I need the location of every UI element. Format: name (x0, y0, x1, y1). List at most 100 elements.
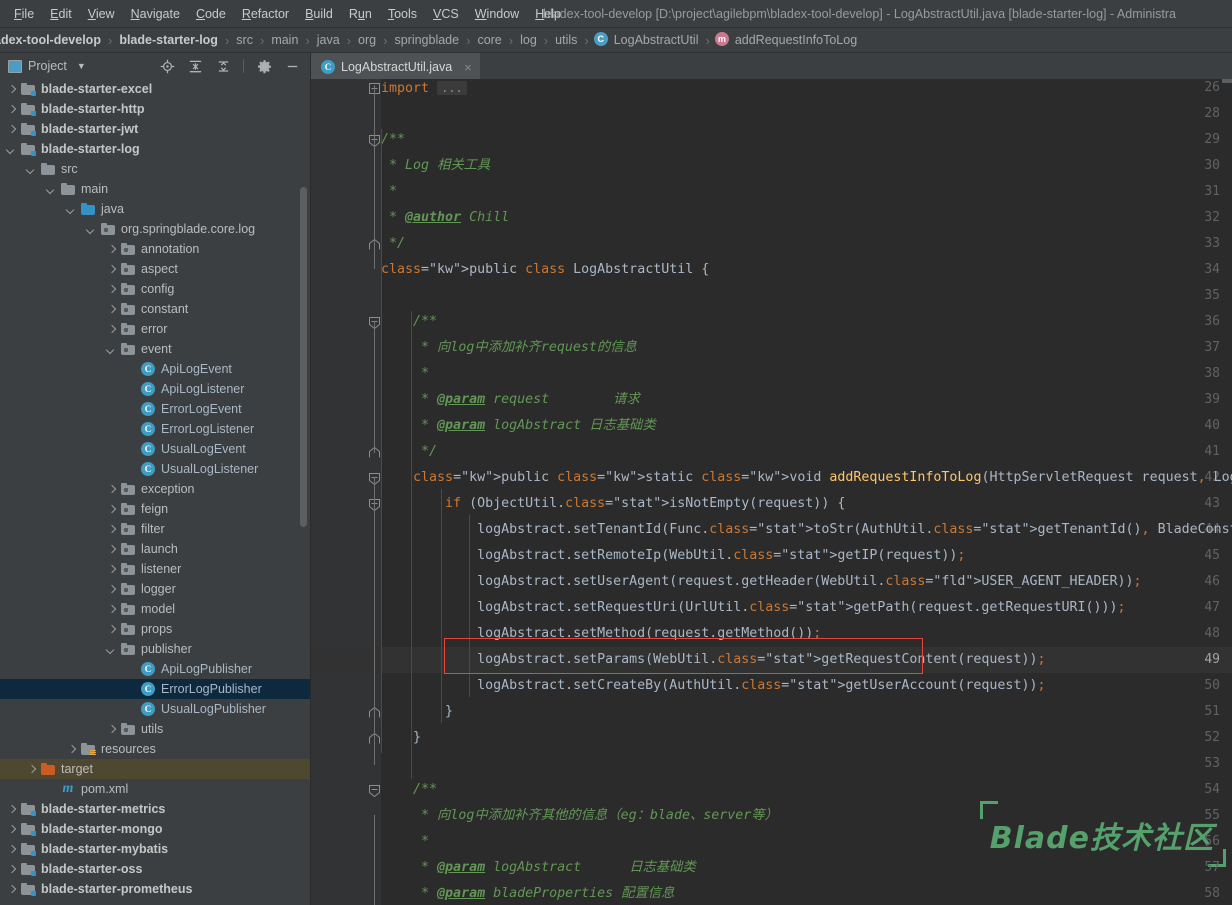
tree-item-blade-starter-excel[interactable]: blade-starter-excel (0, 79, 310, 99)
chevron-right-icon[interactable] (106, 264, 117, 275)
tree-item-launch[interactable]: launch (0, 539, 310, 559)
tree-item-pom-xml[interactable]: m pom.xml (0, 779, 310, 799)
breadcrumb-item-src[interactable]: src (234, 33, 255, 47)
tree-item-usuallogevent[interactable]: C UsualLogEvent (0, 439, 310, 459)
tree-item-constant[interactable]: constant (0, 299, 310, 319)
chevron-right-icon[interactable] (6, 824, 17, 835)
tree-item-java[interactable]: java (0, 199, 310, 219)
chevron-right-icon[interactable] (106, 604, 117, 615)
menu-build[interactable]: Build (297, 4, 341, 24)
code-editor[interactable]: Blade技术社区 26 import ... 28 29/** 30 * Log 相关… (311, 79, 1232, 905)
tree-item-event[interactable]: event (0, 339, 310, 359)
tree-item-annotation[interactable]: annotation (0, 239, 310, 259)
tree-item-listener[interactable]: listener (0, 559, 310, 579)
tree-item-usuallogpublisher[interactable]: C UsualLogPublisher (0, 699, 310, 719)
code-line[interactable]: class="kw">public class LogAbstractUtil … (381, 257, 709, 283)
code-line[interactable]: import ... (381, 79, 467, 101)
menu-run[interactable]: Run (341, 4, 380, 24)
breadcrumb-item-org[interactable]: org (356, 33, 378, 47)
code-line[interactable]: /** (381, 777, 437, 803)
chevron-right-icon[interactable] (106, 524, 117, 535)
collapse-all-icon[interactable] (215, 58, 231, 74)
project-tree[interactable]: blade-starter-excel blade-starter-http bla… (0, 79, 310, 905)
menu-edit[interactable]: Edit (42, 4, 80, 24)
menu-view[interactable]: View (80, 4, 123, 24)
code-line[interactable]: * 向log中添加补齐其他的信息（eg：blade、server等） (381, 803, 778, 829)
breadcrumb-item-addrequestinfotolog[interactable]: m addRequestInfoToLog (714, 32, 859, 47)
chevron-right-icon[interactable] (106, 324, 117, 335)
chevron-down-icon[interactable] (66, 204, 77, 215)
chevron-right-icon[interactable] (6, 884, 17, 895)
code-line[interactable]: * (381, 361, 429, 387)
chevron-down-icon[interactable] (6, 144, 17, 155)
tree-item-usualloglistener[interactable]: C UsualLogListener (0, 459, 310, 479)
tree-item-src[interactable]: src (0, 159, 310, 179)
chevron-right-icon[interactable] (6, 864, 17, 875)
hide-icon[interactable] (284, 58, 300, 74)
tree-item-blade-starter-mybatis[interactable]: blade-starter-mybatis (0, 839, 310, 859)
breadcrumb-item-java[interactable]: java (315, 33, 342, 47)
tree-item-apilogevent[interactable]: C ApiLogEvent (0, 359, 310, 379)
code-line[interactable]: } (381, 699, 453, 725)
code-line[interactable]: } (381, 725, 421, 751)
tree-item-aspect[interactable]: aspect (0, 259, 310, 279)
chevron-right-icon[interactable] (106, 304, 117, 315)
tree-item-blade-starter-log[interactable]: blade-starter-log (0, 139, 310, 159)
chevron-down-icon[interactable]: ▼ (77, 61, 86, 71)
tree-item-errorlogpublisher[interactable]: C ErrorLogPublisher (0, 679, 310, 699)
chevron-right-icon[interactable] (106, 584, 117, 595)
code-line[interactable]: * @author Chill (381, 205, 509, 231)
tree-item-blade-starter-mongo[interactable]: blade-starter-mongo (0, 819, 310, 839)
menu-file[interactable]: File (6, 4, 42, 24)
chevron-right-icon[interactable] (6, 104, 17, 115)
chevron-right-icon[interactable] (106, 504, 117, 515)
code-line[interactable]: * @param request 请求 (381, 387, 640, 413)
breadcrumb-item-adex-tool-develop[interactable]: adex-tool-develop (0, 33, 103, 47)
editor-fold-strip[interactable] (369, 79, 381, 905)
expand-all-icon[interactable] (187, 58, 203, 74)
breadcrumb-item-logabstractutil[interactable]: C LogAbstractUtil (593, 32, 701, 47)
tree-item-blade-starter-oss[interactable]: blade-starter-oss (0, 859, 310, 879)
code-line[interactable]: * (381, 179, 397, 205)
tree-item-errorloglistener[interactable]: C ErrorLogListener (0, 419, 310, 439)
chevron-down-icon[interactable] (106, 644, 117, 655)
code-line[interactable]: * (381, 829, 429, 855)
breadcrumb-item-main[interactable]: main (269, 33, 300, 47)
code-line[interactable]: logAbstract.setUserAgent(request.getHead… (381, 569, 1141, 595)
tree-item-utils[interactable]: utils (0, 719, 310, 739)
tree-item-config[interactable]: config (0, 279, 310, 299)
chevron-right-icon[interactable] (106, 484, 117, 495)
code-line[interactable]: * 向log中添加补齐request的信息 (381, 335, 637, 361)
chevron-right-icon[interactable] (6, 84, 17, 95)
tree-item-exception[interactable]: exception (0, 479, 310, 499)
tree-item-blade-starter-http[interactable]: blade-starter-http (0, 99, 310, 119)
breadcrumb-item-log[interactable]: log (518, 33, 539, 47)
code-line[interactable]: * @param bladeProperties 配置信息 (381, 881, 674, 905)
chevron-right-icon[interactable] (66, 744, 77, 755)
code-line[interactable]: logAbstract.setRequestUri(UrlUtil.class=… (381, 595, 1125, 621)
chevron-right-icon[interactable] (106, 244, 117, 255)
breadcrumb-item-core[interactable]: core (475, 33, 503, 47)
menu-code[interactable]: Code (188, 4, 234, 24)
chevron-right-icon[interactable] (106, 544, 117, 555)
tree-item-blade-starter-prometheus[interactable]: blade-starter-prometheus (0, 879, 310, 899)
code-line[interactable]: logAbstract.setCreateBy(AuthUtil.class="… (381, 673, 1045, 699)
tree-item-main[interactable]: main (0, 179, 310, 199)
close-icon[interactable]: × (464, 60, 472, 75)
code-line[interactable]: logAbstract.setTenantId(Func.class="stat… (381, 517, 1232, 543)
project-tree-scrollbar[interactable] (300, 187, 307, 527)
tree-item-publisher[interactable]: publisher (0, 639, 310, 659)
code-line[interactable]: */ (381, 439, 437, 465)
menu-window[interactable]: Window (467, 4, 527, 24)
breadcrumb-item-utils[interactable]: utils (553, 33, 579, 47)
chevron-right-icon[interactable] (106, 284, 117, 295)
tree-item-org-springblade-core-log[interactable]: org.springblade.core.log (0, 219, 310, 239)
chevron-right-icon[interactable] (106, 564, 117, 575)
chevron-right-icon[interactable] (6, 804, 17, 815)
menu-refactor[interactable]: Refactor (234, 4, 297, 24)
code-line[interactable]: if (ObjectUtil.class="stat">isNotEmpty(r… (381, 491, 845, 517)
menu-vcs[interactable]: VCS (425, 4, 467, 24)
chevron-down-icon[interactable] (26, 164, 37, 175)
chevron-down-icon[interactable] (46, 184, 57, 195)
code-line[interactable]: * @param logAbstract 日志基础类 (381, 413, 656, 439)
